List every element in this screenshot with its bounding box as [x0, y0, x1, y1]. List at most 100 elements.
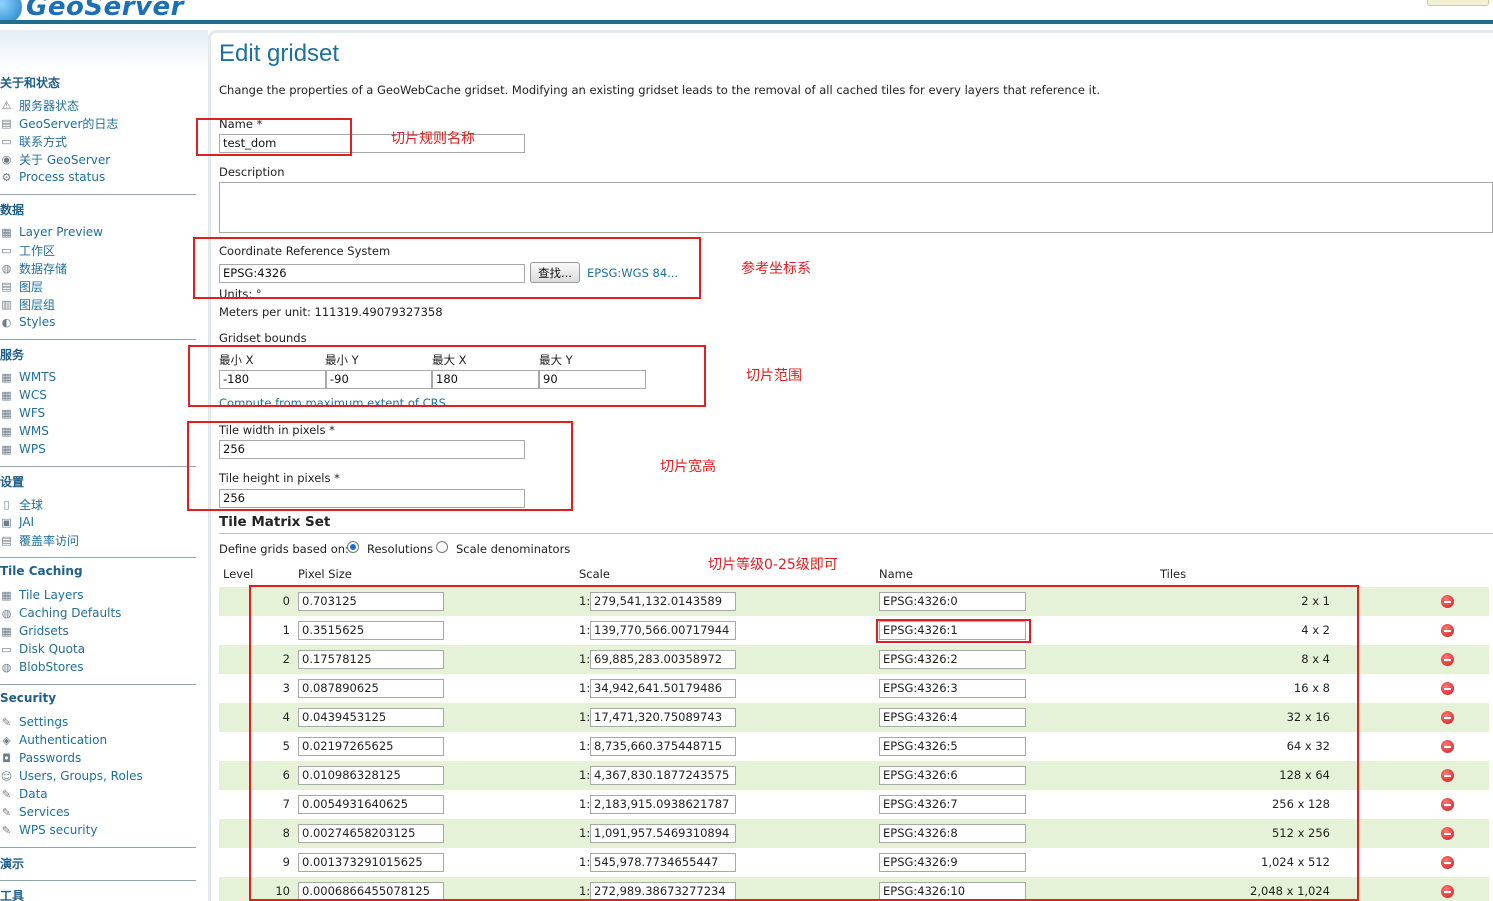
global-icon: ▯	[3, 497, 10, 511]
sidebar-divider	[0, 194, 196, 195]
sidebar-item[interactable]: ✎ Services	[0, 804, 70, 820]
sidebar-item-label: Tile Layers	[19, 588, 84, 602]
header-divider	[0, 20, 1493, 24]
sidebar-item-label: Layer Preview	[19, 225, 103, 239]
sidebar-section-title: Security	[0, 691, 57, 705]
sidebar-item[interactable]: ▭ 工作区	[0, 242, 55, 258]
sidebar-item[interactable]: ☺ Users, Groups, Roles	[0, 768, 143, 784]
sidebar-item[interactable]: ✎ WPS security	[0, 822, 98, 838]
sidebar-item-label: 联系方式	[19, 134, 68, 149]
sidebar-item-label: Users, Groups, Roles	[19, 769, 143, 783]
process-icon: ⚙	[1, 170, 12, 184]
sidebar-section-title: 工具	[0, 889, 25, 901]
column-tiles: Tiles	[1160, 567, 1187, 581]
sidebar-item[interactable]: ◍ BlobStores	[0, 659, 84, 675]
annotation-name-note: 切片规则名称	[391, 131, 475, 147]
service-icon: ▦	[1, 424, 12, 438]
sidebar-item-label: Disk Quota	[19, 642, 86, 656]
resolutions-radio-label: Resolutions	[367, 542, 434, 556]
sidebar-item[interactable]: ▤ 覆盖率访问	[0, 532, 79, 548]
resolutions-radio[interactable]	[347, 541, 359, 553]
sidebar-item-label: 图层组	[19, 297, 56, 312]
description-label: Description	[219, 165, 285, 179]
sidebar-item[interactable]: ▦ WFS	[0, 405, 45, 421]
logo-text: GeoServer	[26, 0, 184, 22]
sidebar-item[interactable]: ◐ Styles	[0, 314, 56, 330]
sidebar-item[interactable]: ◉ 关于 GeoServer	[0, 151, 111, 167]
sidebar-item[interactable]: ▦ WMTS	[0, 369, 56, 385]
delete-row-icon[interactable]	[1441, 711, 1454, 724]
delete-row-icon[interactable]	[1441, 624, 1454, 637]
sidebar-section-title: 服务	[0, 348, 25, 362]
datastore-icon: ◍	[1, 261, 12, 275]
scale-denominators-radio[interactable]	[436, 541, 448, 553]
delete-row-icon[interactable]	[1441, 769, 1454, 782]
gridsets-icon: ▦	[1, 624, 12, 638]
logout-button[interactable]	[1427, 0, 1489, 6]
sidebar-item[interactable]: ▦ WMS	[0, 423, 49, 439]
sidebar-item[interactable]: ✎ Data	[0, 786, 48, 802]
section-divider	[219, 533, 1493, 534]
sidebar-item-label: 全球	[19, 497, 44, 512]
description-textarea[interactable]	[219, 182, 1493, 233]
sidebar-item[interactable]: ▦ WCS	[0, 387, 47, 403]
delete-row-icon[interactable]	[1441, 740, 1454, 753]
sidebar-item[interactable]: ▤ 图层	[0, 278, 43, 294]
sidebar-item[interactable]: ▤ GeoServer的日志	[0, 115, 118, 131]
settings-icon: ✎	[1, 715, 12, 729]
sidebar-item-label: Gridsets	[19, 624, 69, 638]
sidebar-item-label: Data	[19, 787, 48, 801]
meters-per-unit-label: Meters per unit: 111319.49079327358	[219, 305, 443, 319]
sidebar-item-label: BlobStores	[19, 660, 84, 674]
services-icon: ✎	[1, 805, 12, 819]
coverage-icon: ▤	[1, 533, 12, 547]
delete-row-icon[interactable]	[1441, 885, 1454, 898]
sidebar-item[interactable]: ▣ JAI	[0, 514, 34, 530]
annotation-box-bounds	[188, 345, 706, 407]
delete-row-icon[interactable]	[1441, 595, 1454, 608]
geoserver-logo[interactable]: GeoServer	[0, 0, 184, 24]
sidebar-section-title: 设置	[0, 475, 25, 489]
sidebar-item[interactable]: ▦ WPS	[0, 441, 45, 457]
sidebar-item[interactable]: ▭ 联系方式	[0, 133, 67, 149]
column-scale: Scale	[579, 567, 610, 581]
sidebar-item-label: GeoServer的日志	[19, 116, 119, 131]
column-name: Name	[879, 567, 913, 581]
sidebar-item-label: WCS	[19, 388, 47, 402]
service-icon: ▦	[1, 442, 12, 456]
delete-row-icon[interactable]	[1441, 856, 1454, 869]
page-title: Edit gridset	[219, 40, 340, 67]
sidebar-section-title: Tile Caching	[0, 564, 83, 578]
define-grids-label: Define grids based on:	[219, 542, 349, 556]
sidebar-item-label: WPS security	[19, 823, 98, 837]
service-icon: ▦	[1, 370, 12, 384]
sidebar-divider	[0, 339, 196, 340]
sidebar-item-label: JAI	[19, 515, 35, 529]
sidebar-item[interactable]: ◈ Authentication	[0, 732, 107, 748]
sidebar-item[interactable]: ✎ Settings	[0, 714, 68, 730]
sidebar-item[interactable]: ▦ Layer Preview	[0, 224, 103, 240]
column-pixel-size: Pixel Size	[298, 567, 352, 581]
delete-row-icon[interactable]	[1441, 653, 1454, 666]
delete-row-icon[interactable]	[1441, 827, 1454, 840]
sidebar-item-label: 工作区	[19, 243, 56, 258]
sidebar-section-title: 演示	[0, 857, 25, 871]
sidebar-item[interactable]: ▥ 图层组	[0, 296, 55, 312]
sidebar-item[interactable]: ▯ 全球	[0, 496, 43, 512]
sidebar-item[interactable]: ▦ Tile Layers	[0, 587, 84, 603]
log-icon: ▤	[1, 116, 12, 130]
jai-icon: ▣	[1, 515, 12, 529]
sidebar-item[interactable]: ◍ Caching Defaults	[0, 605, 122, 621]
sidebar-item[interactable]: ◘ Passwords	[0, 750, 81, 766]
sidebar-item[interactable]: ▭ Disk Quota	[0, 641, 85, 657]
sidebar-item-label: Settings	[19, 715, 69, 729]
sidebar-item[interactable]: ⚠ 服务器状态	[0, 97, 79, 113]
sidebar-item[interactable]: ⚙ Process status	[0, 169, 106, 185]
annotation-box-row-name	[876, 619, 1031, 643]
delete-row-icon[interactable]	[1441, 682, 1454, 695]
sidebar-item[interactable]: ▦ Gridsets	[0, 623, 69, 639]
caching-icon: ◍	[1, 606, 12, 620]
delete-row-icon[interactable]	[1441, 798, 1454, 811]
sidebar-item[interactable]: ◍ 数据存储	[0, 260, 67, 276]
sidebar-item-label: WFS	[19, 406, 46, 420]
